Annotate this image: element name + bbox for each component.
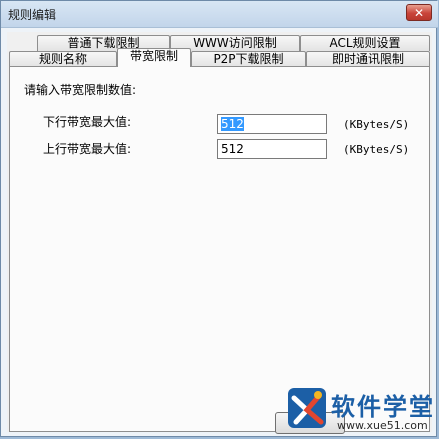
watermark-logo: 软件学堂 www.xue51.com xyxy=(285,384,439,439)
tab-im-limit[interactable]: 即时通讯限制 xyxy=(306,51,430,67)
download-max-label: 下行带宽最大值: xyxy=(43,115,132,129)
tab-label: P2P下载限制 xyxy=(213,52,284,66)
software-school-logo-icon xyxy=(288,388,326,428)
tab-label: 规则名称 xyxy=(38,52,87,66)
tab-p2p-download-limit[interactable]: P2P下载限制 xyxy=(191,51,306,67)
close-button[interactable]: ✕ xyxy=(406,4,432,21)
tab-label: ACL规则设置 xyxy=(329,36,401,50)
tab-acl-rule-settings[interactable]: ACL规则设置 xyxy=(300,35,430,51)
tab-label: WWW访问限制 xyxy=(193,36,277,50)
upload-max-input[interactable]: 512 xyxy=(217,139,327,159)
bandwidth-prompt: 请输入带宽限制数值: xyxy=(24,83,137,97)
tab-label: 即时通讯限制 xyxy=(331,52,404,66)
download-unit-label: (KBytes/S) xyxy=(343,118,410,131)
rule-edit-window: 规则编辑 ✕ 普通下载限制 WWW访问限制 ACL规则设置 规则名称 带宽限制 … xyxy=(0,0,438,437)
tab-rule-name[interactable]: 规则名称 xyxy=(9,51,117,67)
tab-label: 带宽限制 xyxy=(129,49,178,63)
upload-unit-label: (KBytes/S) xyxy=(343,143,410,156)
download-max-input[interactable]: 512 xyxy=(217,114,327,134)
title-bar[interactable]: 规则编辑 ✕ xyxy=(1,1,438,28)
upload-max-label: 上行带宽最大值: xyxy=(43,142,132,156)
close-icon: ✕ xyxy=(413,6,425,20)
watermark-name: 软件学堂 xyxy=(331,393,435,421)
window-title: 规则编辑 xyxy=(8,8,57,22)
watermark-url: www.xue51.com xyxy=(337,419,428,432)
upload-max-value: 512 xyxy=(221,142,244,156)
dialog-client-area: 普通下载限制 WWW访问限制 ACL规则设置 规则名称 带宽限制 P2P下载限制… xyxy=(7,32,432,434)
tab-bandwidth-limit[interactable]: 带宽限制 xyxy=(117,48,191,67)
download-max-value: 512 xyxy=(221,117,244,131)
